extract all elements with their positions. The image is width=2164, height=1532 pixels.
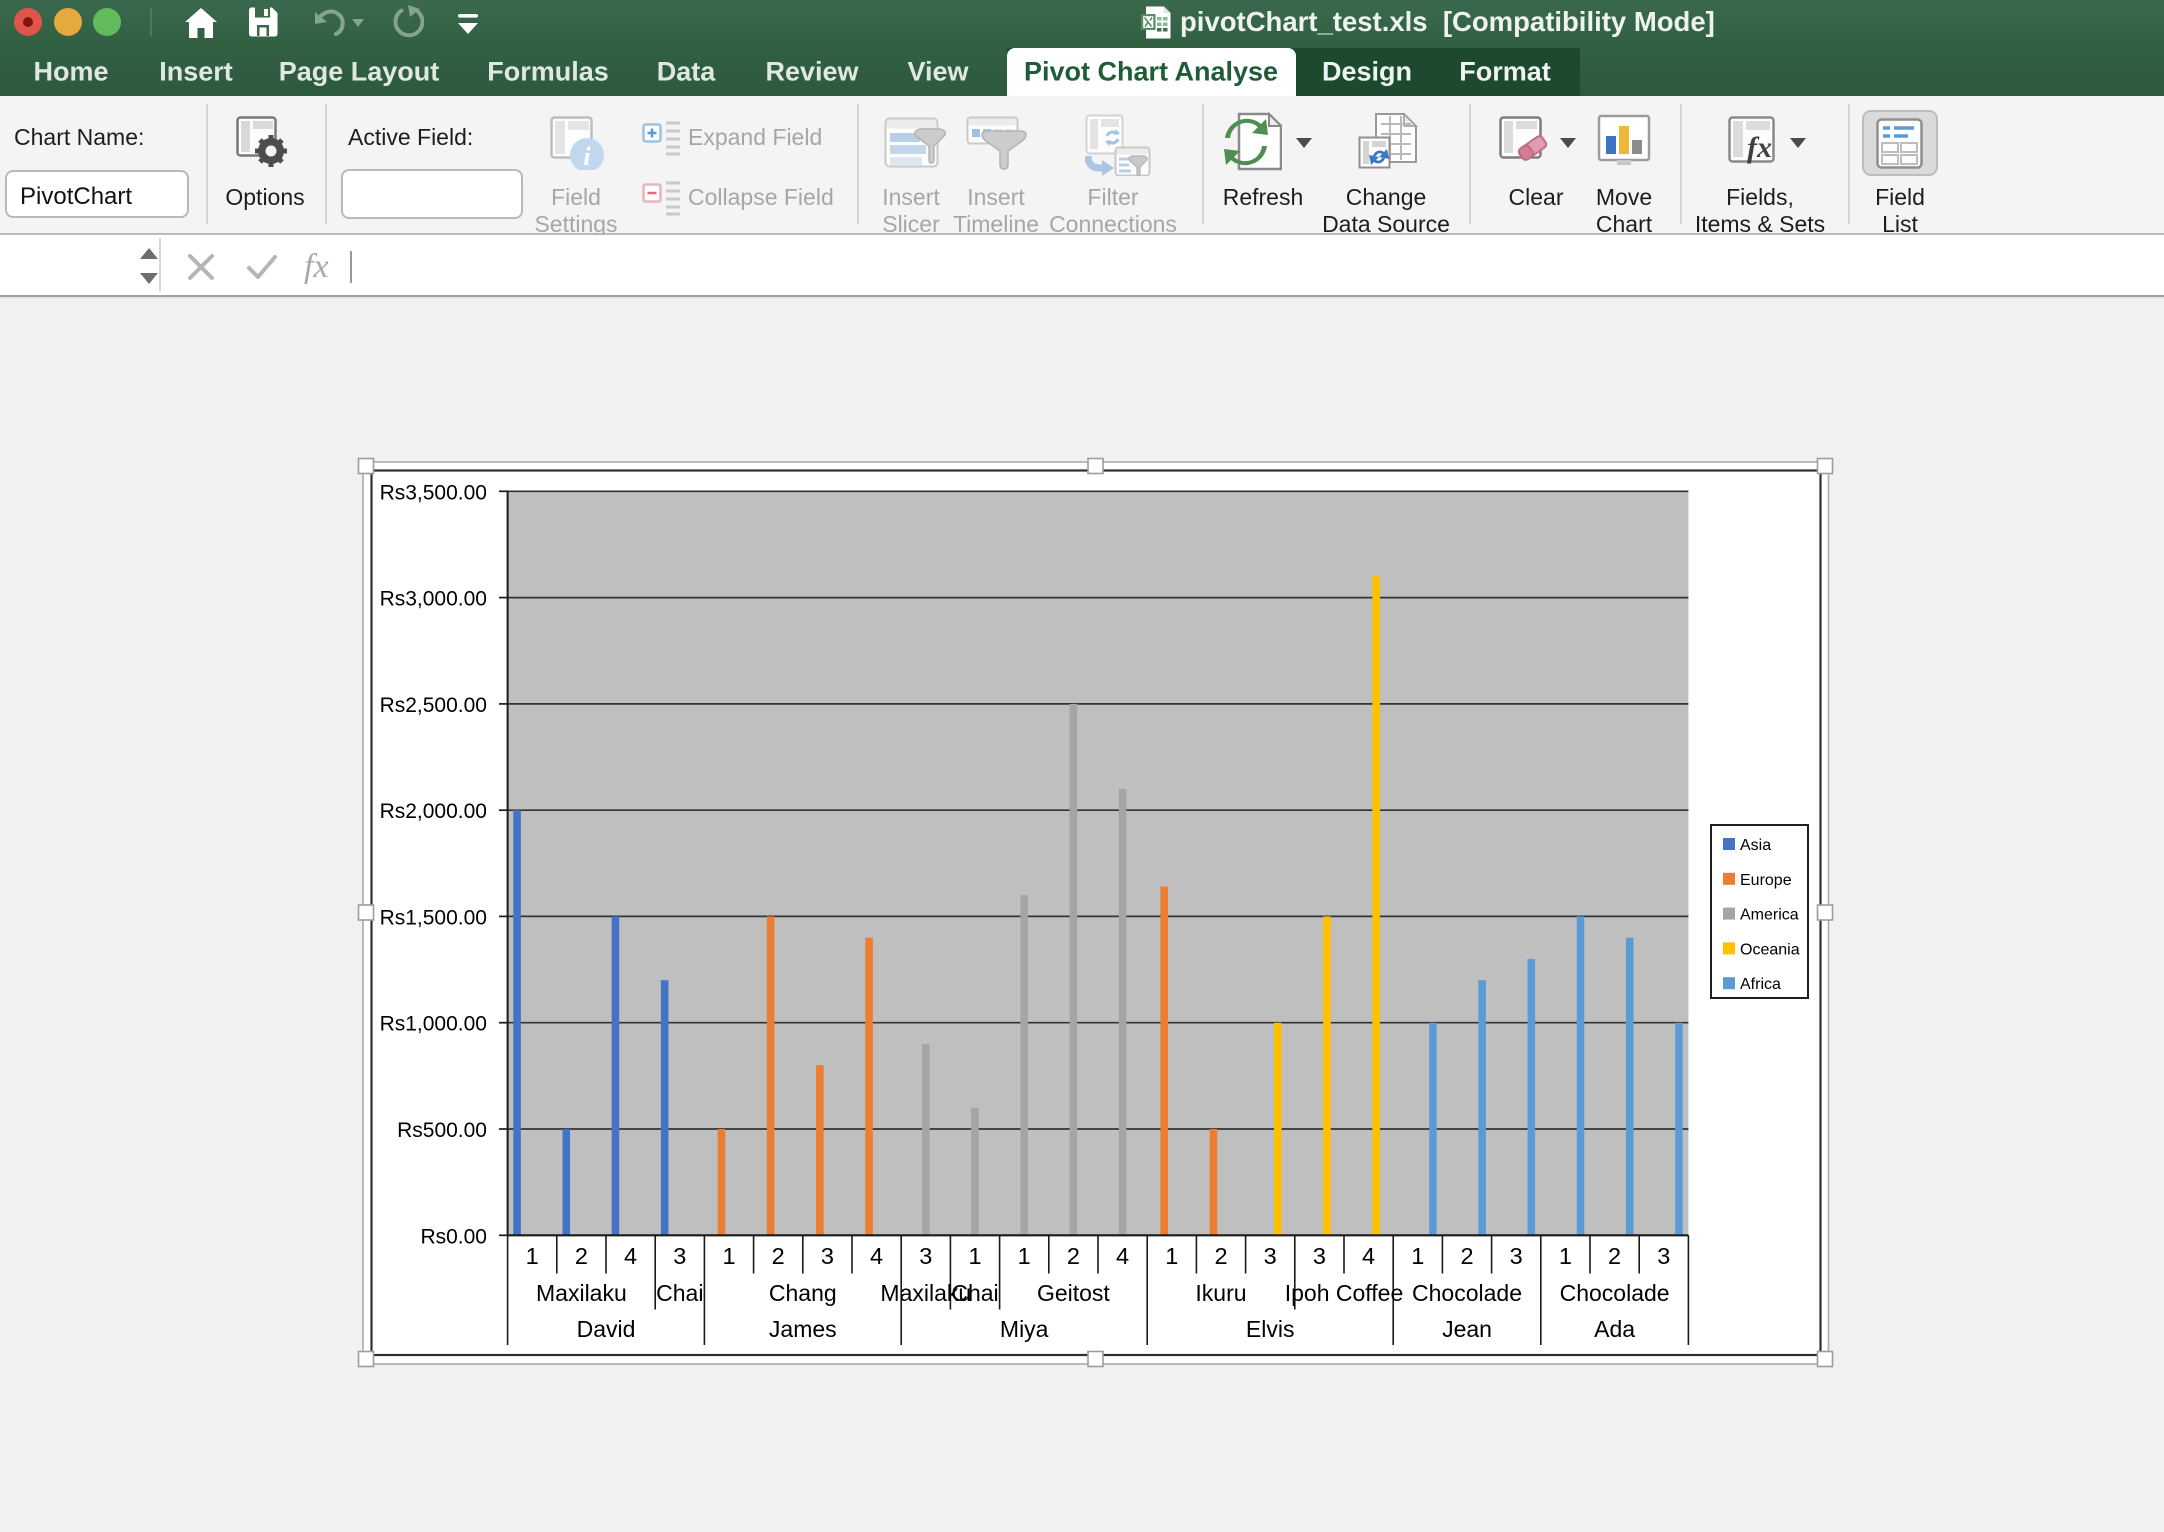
svg-text:Elvis: Elvis <box>1246 1316 1295 1342</box>
svg-text:Asia: Asia <box>1740 837 1771 854</box>
svg-text:1: 1 <box>1165 1243 1178 1269</box>
svg-text:2: 2 <box>1214 1243 1227 1269</box>
svg-text:Ipoh Coffee: Ipoh Coffee <box>1285 1280 1404 1306</box>
svg-text:2: 2 <box>1067 1243 1080 1269</box>
svg-text:4: 4 <box>624 1243 637 1269</box>
svg-text:4: 4 <box>1362 1243 1375 1269</box>
svg-text:3: 3 <box>1313 1243 1326 1269</box>
svg-text:1: 1 <box>1411 1243 1424 1269</box>
svg-text:3: 3 <box>1264 1243 1277 1269</box>
svg-text:Geitost: Geitost <box>1037 1280 1110 1306</box>
svg-text:Europe: Europe <box>1740 872 1792 889</box>
svg-text:3: 3 <box>821 1243 834 1269</box>
svg-text:3: 3 <box>1657 1243 1670 1269</box>
svg-text:Ada: Ada <box>1594 1316 1635 1342</box>
svg-text:Chocolade: Chocolade <box>1412 1280 1522 1306</box>
svg-text:Africa: Africa <box>1740 976 1781 993</box>
svg-text:2: 2 <box>1460 1243 1473 1269</box>
svg-text:3: 3 <box>919 1243 932 1269</box>
svg-text:Chai: Chai <box>951 1280 998 1306</box>
svg-text:James: James <box>769 1316 837 1342</box>
svg-text:Chai: Chai <box>656 1280 703 1306</box>
svg-text:Oceania: Oceania <box>1740 941 1800 958</box>
svg-text:3: 3 <box>1510 1243 1523 1269</box>
svg-text:1: 1 <box>1018 1243 1031 1269</box>
svg-text:3: 3 <box>673 1243 686 1269</box>
svg-text:2: 2 <box>575 1243 588 1269</box>
svg-text:Ikuru: Ikuru <box>1195 1280 1246 1306</box>
svg-text:Maxilaku: Maxilaku <box>536 1280 627 1306</box>
svg-text:David: David <box>577 1316 636 1342</box>
svg-text:Rs1,500.00: Rs1,500.00 <box>380 906 487 929</box>
svg-text:Rs0.00: Rs0.00 <box>420 1225 487 1248</box>
svg-text:4: 4 <box>1116 1243 1129 1269</box>
svg-text:Chang: Chang <box>769 1280 837 1306</box>
svg-text:2: 2 <box>772 1243 785 1269</box>
svg-text:Rs1,000.00: Rs1,000.00 <box>380 1013 487 1036</box>
svg-text:Jean: Jean <box>1442 1316 1492 1342</box>
svg-text:Miya: Miya <box>1000 1316 1049 1342</box>
svg-text:Rs3,000.00: Rs3,000.00 <box>380 588 487 611</box>
svg-text:1: 1 <box>1559 1243 1572 1269</box>
svg-text:Rs500.00: Rs500.00 <box>397 1119 487 1142</box>
svg-text:Rs2,500.00: Rs2,500.00 <box>380 694 487 717</box>
svg-text:Chocolade: Chocolade <box>1560 1280 1670 1306</box>
svg-text:Rs3,500.00: Rs3,500.00 <box>380 481 487 504</box>
svg-text:4: 4 <box>870 1243 883 1269</box>
svg-text:2: 2 <box>1608 1243 1621 1269</box>
svg-text:1: 1 <box>526 1243 539 1269</box>
svg-text:Rs2,000.00: Rs2,000.00 <box>380 800 487 823</box>
svg-text:America: America <box>1740 907 1799 924</box>
svg-text:1: 1 <box>968 1243 981 1269</box>
svg-text:1: 1 <box>722 1243 735 1269</box>
